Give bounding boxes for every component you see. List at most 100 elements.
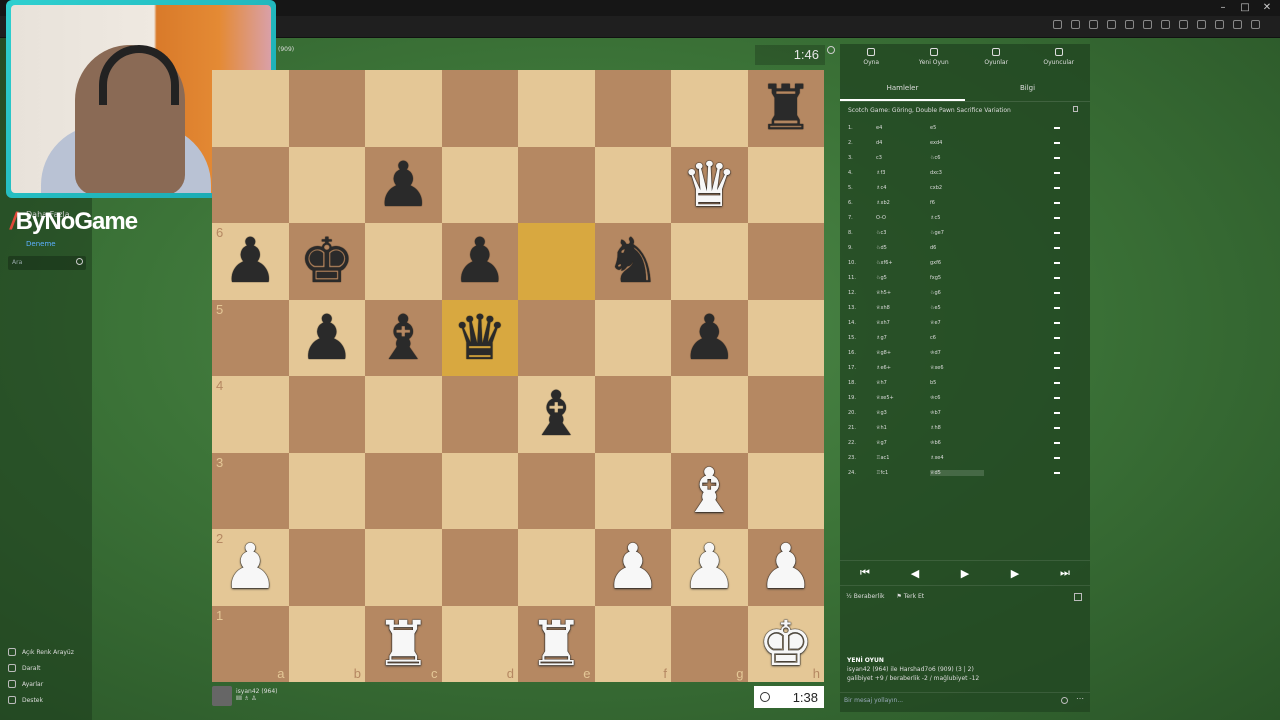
black-move[interactable]: exd4	[930, 140, 984, 146]
black-move[interactable]: dxc3	[930, 170, 984, 176]
square-a6[interactable]: 6 ♟	[212, 223, 289, 300]
extension-icon[interactable]	[1179, 20, 1188, 29]
tab-games[interactable]: Oyunlar	[965, 44, 1028, 74]
black-move[interactable]: ♔b7	[930, 410, 984, 416]
square-g3[interactable]: ♝	[671, 452, 748, 529]
square-d1[interactable]: d	[441, 605, 518, 682]
square-a1[interactable]: 1a	[212, 605, 289, 682]
play-button[interactable]: ▶	[953, 567, 977, 580]
square-h7[interactable]	[747, 146, 824, 223]
tab-new-game[interactable]: Yeni Oyun	[903, 44, 966, 74]
square-e8[interactable]	[518, 70, 595, 147]
black-move[interactable]: ♕xe6	[930, 365, 984, 371]
square-a8[interactable]	[212, 70, 289, 147]
draw-button[interactable]: ½ Beraberlik	[846, 593, 884, 600]
extension-icon[interactable]	[1071, 20, 1080, 29]
square-a2[interactable]: 2 ♟	[212, 529, 289, 606]
avatar[interactable]	[212, 686, 232, 706]
black-pawn-icon[interactable]: ♟	[222, 230, 278, 292]
square-b6[interactable]: ♚	[288, 223, 365, 300]
tab-moves[interactable]: Hamleler	[840, 74, 965, 101]
black-move[interactable]: f6	[930, 200, 984, 206]
square-g7[interactable]: ♛	[671, 146, 748, 223]
black-bishop-icon[interactable]: ♝	[528, 383, 584, 445]
extension-icon[interactable]	[1143, 20, 1152, 29]
white-move[interactable]: ♗xb2	[876, 200, 930, 206]
black-move[interactable]: ♗xe4	[930, 455, 984, 461]
square-c8[interactable]	[365, 70, 442, 147]
black-move[interactable]: ♕e7	[930, 320, 984, 326]
square-g5[interactable]: ♟	[671, 299, 748, 376]
star-icon[interactable]	[1089, 20, 1098, 29]
settings-gear-icon[interactable]	[827, 46, 835, 54]
white-move[interactable]: ♕h7	[876, 380, 930, 386]
square-h6[interactable]	[747, 223, 824, 300]
square-b8[interactable]	[288, 70, 365, 147]
resign-button[interactable]: ⚑ Terk Et	[896, 593, 924, 600]
square-g2[interactable]: ♟	[671, 529, 748, 606]
square-f1[interactable]: f	[594, 605, 671, 682]
white-move[interactable]: ♕xh8	[876, 305, 930, 311]
square-f5[interactable]	[594, 299, 671, 376]
last-move-button[interactable]: ⏭	[1053, 566, 1077, 580]
white-pawn-icon[interactable]: ♟	[681, 536, 737, 598]
square-h5[interactable]	[747, 299, 824, 376]
sidebar-item-support[interactable]: Destek	[8, 692, 74, 708]
square-e5[interactable]	[518, 299, 595, 376]
square-d4[interactable]	[441, 376, 518, 453]
white-bishop-icon[interactable]: ♝	[681, 459, 737, 522]
tab-info[interactable]: Bilgi	[965, 74, 1090, 101]
square-b5[interactable]: ♟	[288, 299, 365, 376]
refresh-icon[interactable]	[1107, 20, 1116, 29]
black-move[interactable]: ♘e5	[930, 305, 984, 311]
black-move[interactable]: e5	[930, 125, 984, 131]
black-king-icon[interactable]: ♚	[299, 230, 355, 292]
sidebar-item-collapse[interactable]: Daralt	[8, 660, 74, 676]
white-move[interactable]: e4	[876, 125, 930, 131]
sidebar-item-settings[interactable]: Ayarlar	[8, 676, 74, 692]
square-b7[interactable]	[288, 146, 365, 223]
square-d6[interactable]: ♟	[441, 223, 518, 300]
white-move[interactable]: ♗g7	[876, 335, 930, 341]
square-g6[interactable]	[671, 223, 748, 300]
square-c3[interactable]	[365, 452, 442, 529]
square-c7[interactable]: ♟	[365, 146, 442, 223]
extension-icon[interactable]	[1125, 20, 1134, 29]
black-move[interactable]: b5	[930, 380, 984, 386]
white-move[interactable]: ♗c4	[876, 185, 930, 191]
square-d7[interactable]	[441, 146, 518, 223]
white-move[interactable]: ♘d5	[876, 245, 930, 251]
flip-board-icon[interactable]	[1074, 593, 1082, 601]
square-c5[interactable]: ♝	[365, 299, 442, 376]
square-d3[interactable]	[441, 452, 518, 529]
lock-icon[interactable]	[1073, 106, 1078, 112]
square-e7[interactable]	[518, 146, 595, 223]
more-icon[interactable]	[1233, 20, 1242, 29]
square-e4[interactable]: ♝	[518, 376, 595, 453]
white-move[interactable]: d4	[876, 140, 930, 146]
square-b2[interactable]	[288, 529, 365, 606]
square-f8[interactable]	[594, 70, 671, 147]
white-move[interactable]: ♕g7	[876, 440, 930, 446]
site-logo[interactable]: /ByNoGame	[10, 208, 138, 236]
white-move[interactable]: ♕xe5+	[876, 395, 930, 401]
white-move[interactable]: O-O	[876, 215, 930, 221]
minimize-icon[interactable]: –	[1214, 2, 1232, 13]
square-g1[interactable]: g	[671, 605, 748, 682]
square-f7[interactable]	[594, 146, 671, 223]
square-a7[interactable]	[212, 146, 289, 223]
square-c1[interactable]: c ♜	[365, 605, 442, 682]
black-move[interactable]: ♔c6	[930, 395, 984, 401]
history-icon[interactable]	[1161, 20, 1170, 29]
white-move[interactable]: c3	[876, 155, 930, 161]
white-move[interactable]: ♕h5+	[876, 290, 930, 296]
tab-play[interactable]: Oyna	[840, 44, 903, 74]
tab-players[interactable]: Oyuncular	[1028, 44, 1091, 74]
square-c6[interactable]	[365, 223, 442, 300]
white-rook-icon[interactable]: ♜	[375, 612, 431, 675]
black-move[interactable]: ♔b6	[930, 440, 984, 446]
previous-move-button[interactable]: ◀	[903, 567, 927, 580]
square-b3[interactable]	[288, 452, 365, 529]
black-pawn-icon[interactable]: ♟	[452, 230, 508, 292]
extension-icon[interactable]	[1215, 20, 1224, 29]
